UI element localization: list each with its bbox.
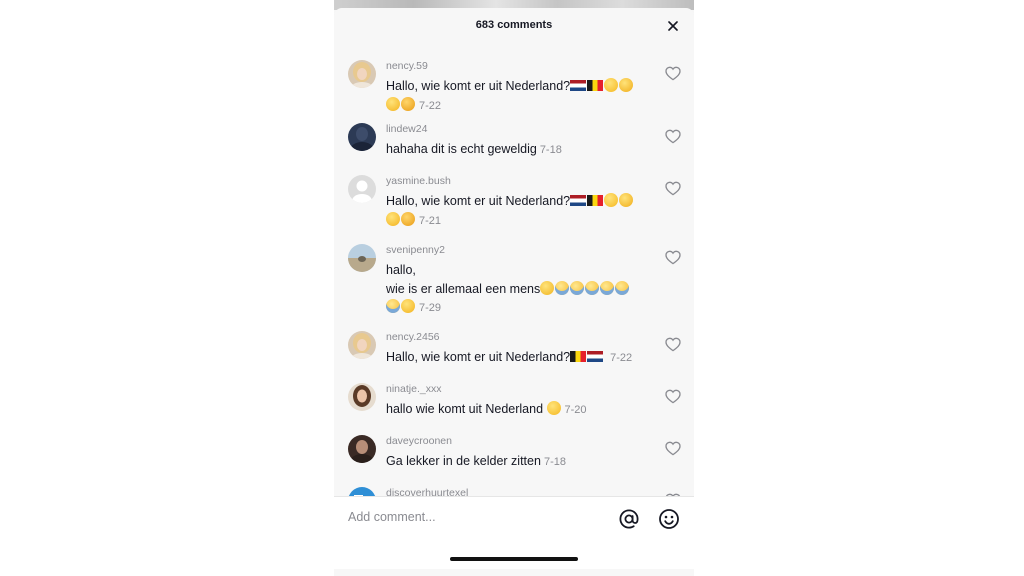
- add-comment-input[interactable]: [348, 505, 598, 529]
- emoji-icon: [659, 509, 679, 529]
- comment-username[interactable]: nency.2456: [386, 331, 440, 343]
- heart-icon: [665, 441, 681, 455]
- comment-username[interactable]: lindew24: [386, 123, 427, 135]
- comment-body: Hallo, wie komt er uit Nederland?: [386, 79, 571, 93]
- comment-body: Hallo, wie komt er uit Nederland?: [386, 350, 571, 364]
- comment-item: nency.2456 Hallo, wie komt er uit Nederl…: [334, 324, 694, 376]
- avatar[interactable]: [348, 244, 376, 272]
- comment-body: Hallo, wie komt er uit Nederland?: [386, 194, 571, 208]
- close-icon: [668, 21, 678, 31]
- comment-body: hallo wie komt uit Nederland: [386, 402, 544, 416]
- comment-date: 7-20: [564, 404, 587, 416]
- flushed-face-icon: [604, 193, 619, 207]
- like-button[interactable]: [664, 248, 682, 266]
- belgium-flag-icon: [587, 80, 604, 91]
- like-button[interactable]: [664, 179, 682, 197]
- avatar[interactable]: [348, 60, 376, 88]
- smirking-face-icon: [619, 78, 634, 92]
- comment-item: svenipenny2 hallo, wie is er allemaal ee…: [334, 237, 694, 324]
- comment-body: hahaha dit is echt geweldig: [386, 142, 537, 156]
- comment-text: hallo wie komt uit Nederland 7-20: [386, 400, 648, 420]
- comment-item: lindew24 hahaha dit is echt geweldig 7-18: [334, 116, 694, 168]
- comment-body: wie is er allemaal een mens: [386, 281, 541, 296]
- heart-icon: [665, 181, 681, 195]
- laughing-crying-face-icon: [546, 401, 561, 415]
- sheet-header: 683 comments: [334, 8, 694, 44]
- neutral-face-icon: [540, 280, 555, 295]
- like-button[interactable]: [664, 439, 682, 457]
- fearful-face-icon: [570, 280, 585, 295]
- frowning-face-icon: [401, 96, 415, 111]
- at-icon: [619, 509, 639, 529]
- fearful-face-icon: [615, 280, 630, 295]
- heart-icon: [665, 250, 681, 264]
- comment-username[interactable]: nency.59: [386, 60, 428, 72]
- hushed-face-icon: [386, 96, 400, 111]
- avatar[interactable]: [348, 383, 376, 411]
- netherlands-flag-icon: [570, 195, 587, 206]
- close-button[interactable]: [664, 17, 682, 35]
- like-button[interactable]: [664, 64, 682, 82]
- comment-item: yasmine.bush Hallo, wie komt er uit Nede…: [334, 168, 694, 237]
- comment-username[interactable]: yasmine.bush: [386, 175, 451, 187]
- comment-date: 7-29: [419, 302, 442, 314]
- comment-date: 7-21: [419, 214, 442, 227]
- comment-text: Hallo, wie komt er uit Nederland? 7-22: [386, 348, 648, 368]
- like-button[interactable]: [664, 127, 682, 145]
- comment-text: Hallo, wie komt er uit Nederland? 7-21: [386, 192, 648, 230]
- mention-button[interactable]: [618, 508, 640, 530]
- home-indicator[interactable]: [450, 557, 578, 561]
- hushed-face-icon: [386, 211, 400, 226]
- netherlands-flag-icon: [570, 80, 587, 91]
- comment-item: ninatje._xxx hallo wie komt uit Nederlan…: [334, 376, 694, 428]
- comment-text: Hallo, wie komt er uit Nederland? 7-22: [386, 77, 648, 115]
- comment-text: hahaha dit is echt geweldig 7-18: [386, 140, 648, 160]
- smirking-face-icon: [619, 193, 634, 207]
- comment-username[interactable]: svenipenny2: [386, 244, 445, 256]
- netherlands-flag-icon: [587, 351, 604, 362]
- avatar[interactable]: [348, 331, 376, 359]
- fearful-face-icon: [585, 280, 600, 295]
- avatar[interactable]: [348, 175, 376, 203]
- comment-item: daveycroonen Ga lekker in de kelder zitt…: [334, 428, 694, 480]
- heart-icon: [665, 389, 681, 403]
- comment-date: 7-18: [543, 456, 566, 468]
- fearful-face-icon: [386, 299, 400, 313]
- belgium-flag-icon: [570, 351, 587, 362]
- avatar[interactable]: [348, 123, 376, 151]
- comments-sheet: 683 comments nency.59 Hallo, wie komt er…: [334, 8, 694, 576]
- heart-icon: [665, 66, 681, 80]
- heart-icon: [665, 337, 681, 351]
- flushed-face-icon: [604, 78, 619, 92]
- avatar[interactable]: [348, 435, 376, 463]
- heart-icon: [665, 129, 681, 143]
- comment-item: nency.59 Hallo, wie komt er uit Nederlan…: [334, 48, 694, 116]
- emoji-button[interactable]: [658, 508, 680, 530]
- anxious-face-icon: [401, 299, 415, 313]
- comment-body: Ga lekker in de kelder zitten: [386, 454, 541, 468]
- belgium-flag-icon: [587, 195, 604, 206]
- comment-username[interactable]: ninatje._xxx: [386, 383, 441, 395]
- comment-date: 7-22: [419, 99, 442, 112]
- like-button[interactable]: [664, 335, 682, 353]
- frowning-face-icon: [401, 211, 415, 226]
- comments-count-title: 683 comments: [475, 19, 553, 31]
- comment-date: 7-22: [610, 352, 633, 364]
- comment-text: hallo, wie is er allemaal een mens 7-29: [386, 261, 648, 318]
- comment-body: hallo,: [386, 263, 416, 277]
- fearful-face-icon: [555, 280, 570, 295]
- like-button[interactable]: [664, 387, 682, 405]
- phone-screen: 683 comments nency.59 Hallo, wie komt er…: [334, 0, 694, 576]
- comments-list[interactable]: nency.59 Hallo, wie komt er uit Nederlan…: [334, 48, 694, 504]
- comment-username[interactable]: daveycroonen: [386, 435, 452, 447]
- comment-date: 7-18: [539, 144, 562, 156]
- fearful-face-icon: [600, 280, 615, 295]
- comment-text: Ga lekker in de kelder zitten 7-18: [386, 452, 648, 472]
